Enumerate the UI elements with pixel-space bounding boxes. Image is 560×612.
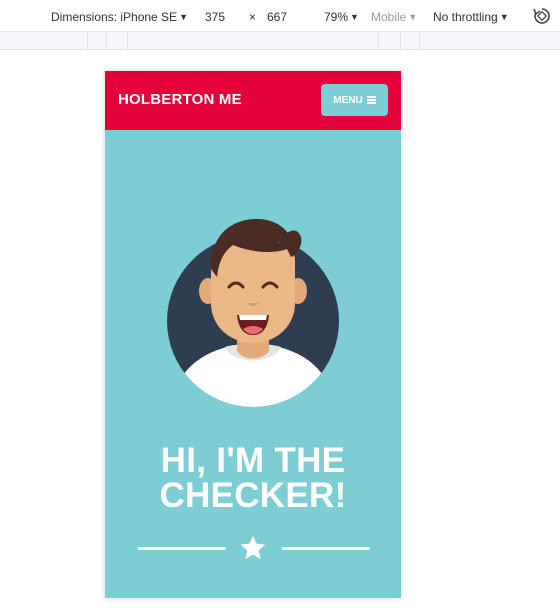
star-icon <box>240 535 266 559</box>
ruler-tick <box>419 32 420 49</box>
divider-line-left <box>138 547 226 550</box>
media-query-ruler <box>0 32 560 50</box>
zoom-select[interactable]: 79% ▼ <box>324 9 359 25</box>
menu-button-label: MENU <box>333 94 363 106</box>
height-input[interactable]: 667 <box>267 9 287 25</box>
site-header: HOLBERTON ME MENU <box>105 71 401 130</box>
site-logo[interactable]: HOLBERTON ME <box>118 91 242 108</box>
throttling-label: No throttling <box>433 10 498 24</box>
times-label: × <box>249 10 257 24</box>
caret-down-icon: ▼ <box>179 12 188 22</box>
checker-avatar <box>167 219 339 407</box>
device-viewport: HOLBERTON ME MENU HI, I'M THE CHECKER! <box>105 71 401 598</box>
throttling-select[interactable]: No throttling ▼ <box>433 9 509 25</box>
ruler-tick <box>400 32 401 49</box>
caret-down-icon: ▼ <box>350 12 359 22</box>
hamburger-icon <box>366 96 376 104</box>
ruler-tick <box>127 32 128 49</box>
device-select[interactable]: Dimensions: iPhone SE ▼ <box>51 9 188 25</box>
hero-title-line-1: HI, I'M THE <box>160 441 346 480</box>
menu-button[interactable]: MENU <box>321 84 388 116</box>
device-type-select[interactable]: Mobile ▼ <box>371 9 417 25</box>
zoom-select-label: 79% <box>324 10 349 24</box>
divider-line-right <box>282 547 370 550</box>
star-divider <box>138 534 370 562</box>
width-input[interactable]: 375 <box>205 9 225 25</box>
hero-title: HI, I'M THE CHECKER! <box>105 443 401 513</box>
device-select-label: Dimensions: iPhone SE <box>51 10 178 24</box>
device-toolbar: Dimensions: iPhone SE ▼ 375 × 667 79% ▼ Mo… <box>0 0 560 32</box>
hero-title-line-2: CHECKER! <box>159 476 347 515</box>
ruler-tick <box>378 32 379 49</box>
caret-down-icon: ▼ <box>499 12 509 22</box>
caret-down-icon: ▼ <box>408 12 418 22</box>
ruler-tick <box>106 32 107 49</box>
ruler-tick <box>87 32 88 49</box>
device-type-label: Mobile <box>371 10 407 24</box>
rotate-icon[interactable] <box>532 6 552 26</box>
